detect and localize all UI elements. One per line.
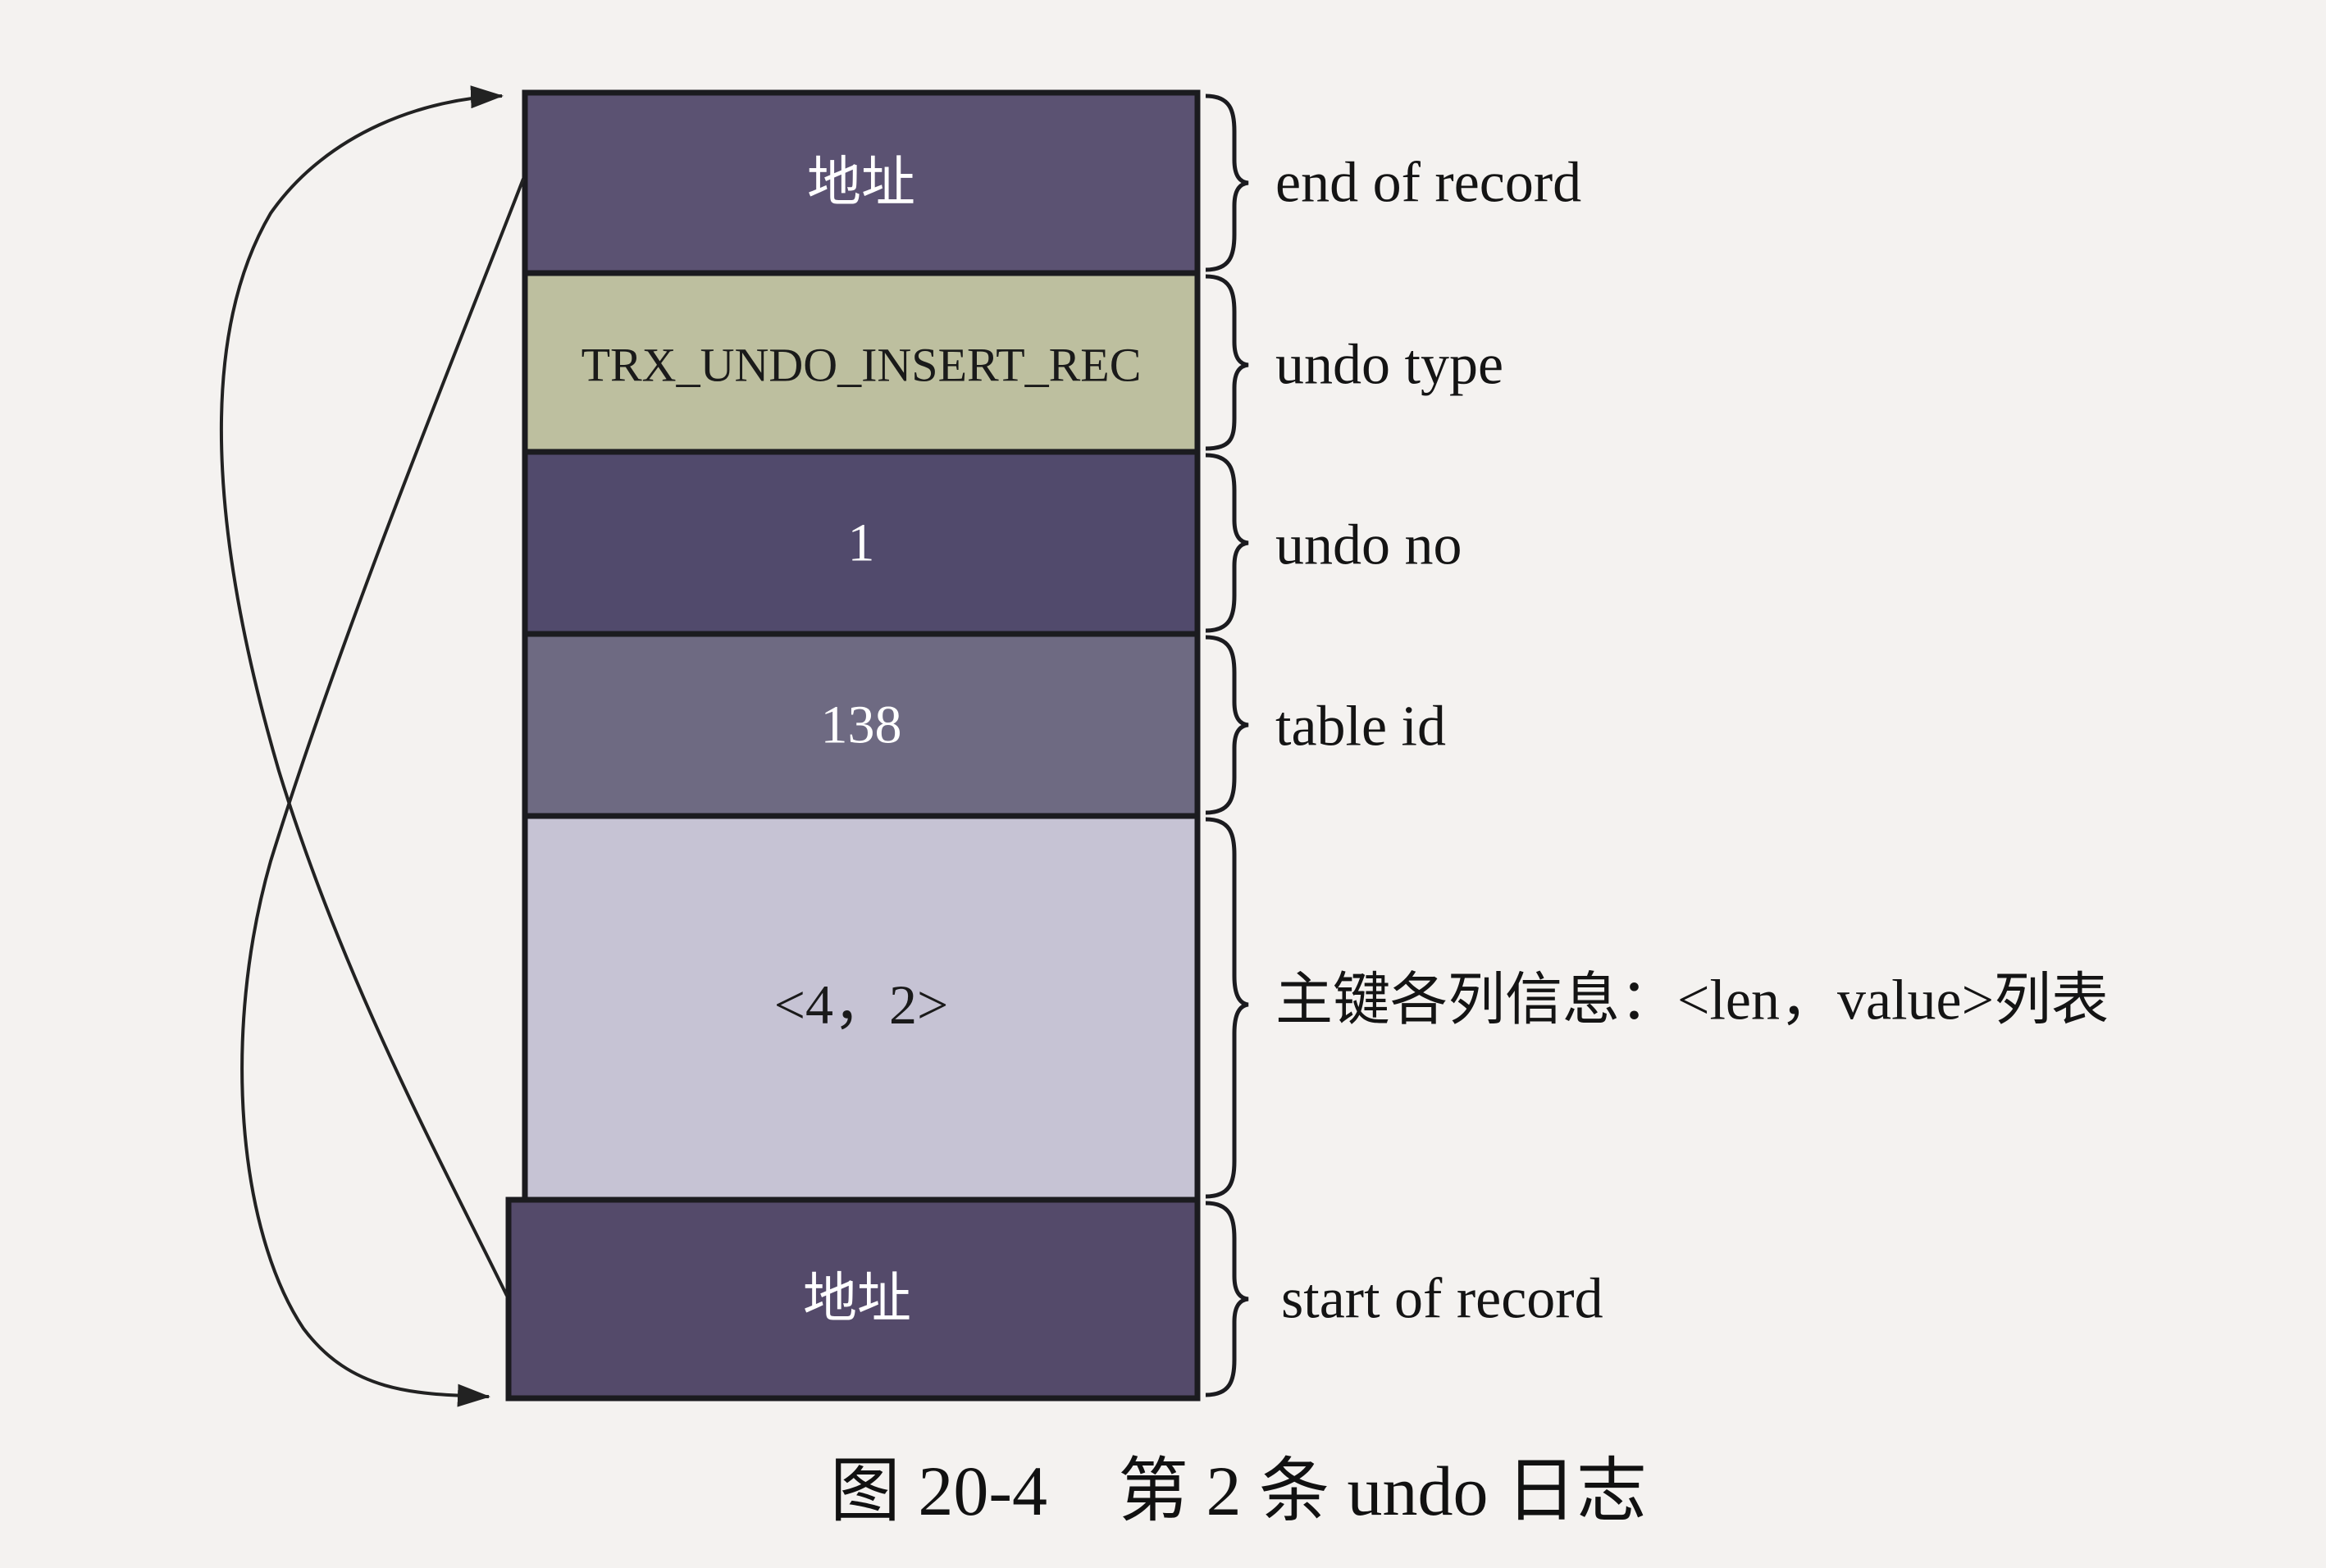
cell-table-id-text: 138	[821, 695, 902, 755]
braces	[1205, 93, 1249, 1397]
brace-start-of-record	[1205, 1201, 1249, 1397]
cell-start-of-record-text: 地址	[803, 1269, 911, 1329]
label-start-of-record: start of record	[1281, 1268, 1603, 1331]
cell-undo-no-text: 1	[848, 513, 875, 573]
pointer-arrows	[219, 85, 525, 1407]
brace-table-id	[1205, 635, 1249, 815]
cell-undo-type-text: TRX_UNDO_INSERT_REC	[582, 339, 1142, 392]
cell-end-of-record-text: 地址	[807, 153, 915, 213]
arrow-start-to-end	[219, 85, 509, 1297]
cell-primary-key-columns-text: <4，2>	[774, 973, 949, 1036]
undo-log-diagram: 地址 TRX_UNDO_INSERT_REC 1 138 <4，2> 地址 en…	[219, 85, 2109, 1530]
label-undo-no: undo no	[1275, 514, 1462, 577]
label-end-of-record: end of record	[1275, 152, 1581, 215]
field-labels: end of record undo type undo no table id…	[1275, 152, 2109, 1331]
brace-undo-type	[1205, 274, 1249, 451]
label-table-id: table id	[1275, 695, 1446, 759]
brace-undo-no	[1205, 453, 1249, 633]
label-undo-type: undo type	[1275, 334, 1503, 397]
label-primary-key-columns: 主键各列信息：<len，value>列表	[1275, 969, 2109, 1032]
brace-end-of-record	[1205, 93, 1249, 272]
figure-caption: 图 20-4 第 2 条 undo 日志	[830, 1452, 1647, 1530]
brace-primary-key-columns	[1205, 817, 1249, 1199]
